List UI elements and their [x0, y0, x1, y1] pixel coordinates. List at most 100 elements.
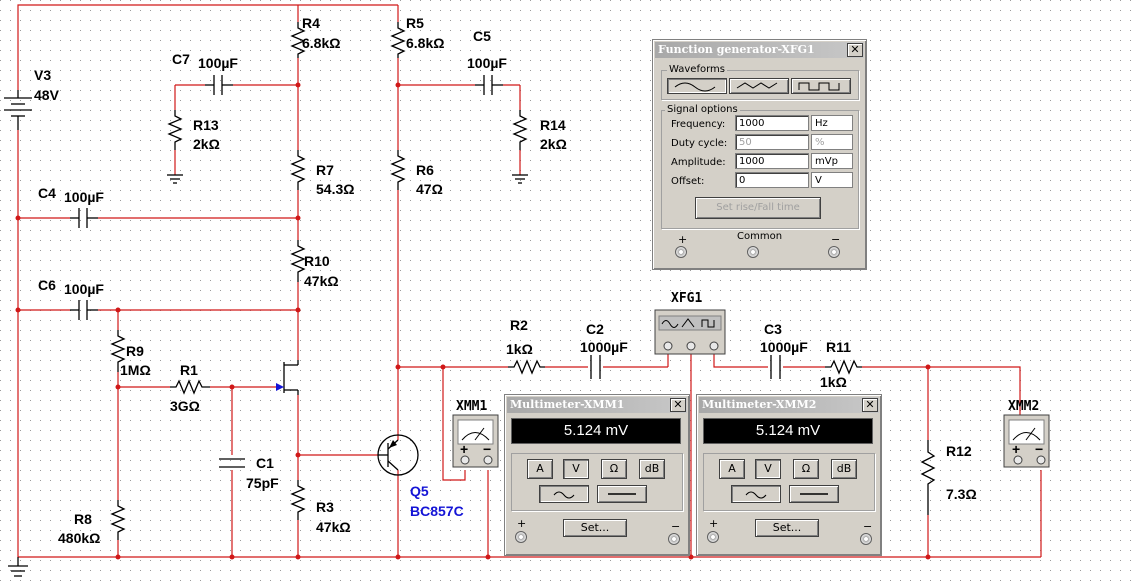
- dc-mode-button[interactable]: [597, 485, 647, 503]
- offset-input[interactable]: 0: [735, 172, 809, 188]
- c6-value: 100µF: [64, 281, 104, 297]
- r10-value: 47kΩ: [304, 273, 339, 289]
- db-mode-button[interactable]: dB: [831, 459, 857, 479]
- set-button[interactable]: Set...: [563, 519, 627, 537]
- r12-value: 7.3Ω: [946, 486, 977, 502]
- c6-ref: C6: [38, 277, 56, 293]
- offset-unit[interactable]: V: [811, 172, 853, 188]
- volt-mode-button[interactable]: V: [755, 459, 781, 479]
- r1-value: 3GΩ: [170, 398, 200, 414]
- ac-mode-button[interactable]: [731, 485, 781, 503]
- ampere-mode-button[interactable]: A: [527, 459, 553, 479]
- r8-ref: R8: [74, 511, 92, 527]
- window-title[interactable]: Multimeter-XMM1: [507, 397, 687, 413]
- common-terminal-label: Common: [737, 231, 783, 242]
- minus-terminal-label: −: [863, 520, 873, 533]
- set-button[interactable]: Set...: [755, 519, 819, 537]
- db-mode-button[interactable]: dB: [639, 459, 665, 479]
- function-generator-icon[interactable]: [654, 309, 726, 355]
- xmm1-minus-pin: −: [483, 441, 491, 457]
- c7-value: 100µF: [198, 55, 238, 71]
- ohm-mode-button[interactable]: Ω: [601, 459, 627, 479]
- dc-mode-button[interactable]: [789, 485, 839, 503]
- ohm-mode-button[interactable]: Ω: [793, 459, 819, 479]
- reading-display: 5.124 mV: [511, 418, 681, 444]
- ac-mode-button[interactable]: [539, 485, 589, 503]
- r1-ref: R1: [180, 362, 198, 378]
- dc-line-icon: [800, 493, 828, 495]
- amplitude-unit[interactable]: mVp: [811, 153, 853, 169]
- sine-wave-icon: [674, 82, 716, 92]
- duty-cycle-input[interactable]: 50: [735, 134, 809, 150]
- xmm1-plus-pin: +: [460, 441, 468, 457]
- triangle-wave-button[interactable]: [729, 78, 789, 94]
- window-title[interactable]: Multimeter-XMM2: [699, 397, 879, 413]
- xfg1-ref: XFG1: [671, 291, 702, 306]
- r13-value: 2kΩ: [193, 136, 220, 152]
- plus-terminal-label: +: [678, 233, 688, 246]
- r3-ref: R3: [316, 499, 334, 515]
- plus-terminal-label: +: [517, 517, 527, 530]
- c2-ref: C2: [586, 321, 604, 337]
- plus-terminal[interactable]: [675, 246, 687, 258]
- v3-ref: V3: [34, 67, 51, 83]
- c2-value: 1000µF: [580, 339, 628, 355]
- r9-value: 1MΩ: [120, 362, 151, 378]
- volt-mode-button[interactable]: V: [563, 459, 589, 479]
- triangle-wave-icon: [736, 82, 778, 89]
- r14-value: 2kΩ: [540, 136, 567, 152]
- dc-line-icon: [608, 493, 636, 495]
- r4-value: 6.8kΩ: [302, 35, 340, 51]
- r3-value: 47kΩ: [316, 519, 351, 535]
- c7-ref: C7: [172, 51, 190, 67]
- c1-ref: C1: [256, 455, 274, 471]
- function-generator-window[interactable]: Function generator-XFG1 ✕ Waveforms Sign…: [652, 39, 867, 270]
- waveforms-label: Waveforms: [667, 64, 727, 75]
- xmm2-ref: XMM2: [1008, 399, 1039, 414]
- plus-terminal[interactable]: [707, 531, 719, 543]
- signal-options-label: Signal options: [665, 104, 740, 115]
- c5-value: 100µF: [467, 55, 507, 71]
- close-icon[interactable]: ✕: [670, 398, 686, 412]
- close-icon[interactable]: ✕: [862, 398, 878, 412]
- r5-value: 6.8kΩ: [406, 35, 444, 51]
- c3-value: 1000µF: [760, 339, 808, 355]
- frequency-input[interactable]: 1000: [735, 115, 809, 131]
- xmm2-plus-pin: +: [1012, 441, 1020, 457]
- minus-terminal[interactable]: [828, 246, 840, 258]
- minus-terminal[interactable]: [860, 533, 872, 545]
- multimeter-xmm1-window[interactable]: Multimeter-XMM1 ✕ 5.124 mV A V Ω dB Set.…: [504, 394, 690, 556]
- r6-ref: R6: [416, 162, 434, 178]
- sine-wave-button[interactable]: [667, 78, 727, 94]
- c4-value: 100µF: [64, 189, 104, 205]
- window-title[interactable]: Function generator-XFG1: [655, 42, 864, 58]
- c1-value: 75pF: [246, 475, 279, 491]
- duty-cycle-unit[interactable]: %: [811, 134, 853, 150]
- r7-value: 54.3Ω: [316, 181, 354, 197]
- close-icon[interactable]: ✕: [847, 43, 863, 57]
- frequency-label: Frequency:: [671, 119, 726, 130]
- r6-value: 47Ω: [416, 181, 443, 197]
- q5-ref: Q5: [410, 483, 429, 499]
- set-rise-fall-time-button[interactable]: Set rise/Fall time: [695, 197, 821, 219]
- r10-ref: R10: [304, 253, 330, 269]
- common-terminal[interactable]: [747, 246, 759, 258]
- multimeter-xmm2-window[interactable]: Multimeter-XMM2 ✕ 5.124 mV A V Ω dB Set.…: [696, 394, 882, 556]
- c5-ref: C5: [473, 28, 491, 44]
- q5-value: BC857C: [410, 503, 464, 519]
- r4-ref: R4: [302, 15, 320, 31]
- xmm1-ref: XMM1: [456, 399, 487, 414]
- plus-terminal-label: +: [709, 517, 719, 530]
- c3-ref: C3: [764, 321, 782, 337]
- r2-ref: R2: [510, 317, 528, 333]
- plus-terminal[interactable]: [515, 531, 527, 543]
- r8-value: 480kΩ: [58, 530, 100, 546]
- minus-terminal[interactable]: [668, 533, 680, 545]
- r9-ref: R9: [126, 343, 144, 359]
- minus-terminal-label: −: [671, 520, 681, 533]
- amplitude-input[interactable]: 1000: [735, 153, 809, 169]
- frequency-unit[interactable]: Hz: [811, 115, 853, 131]
- square-wave-button[interactable]: [791, 78, 851, 94]
- minus-terminal-label: −: [831, 233, 841, 246]
- ampere-mode-button[interactable]: A: [719, 459, 745, 479]
